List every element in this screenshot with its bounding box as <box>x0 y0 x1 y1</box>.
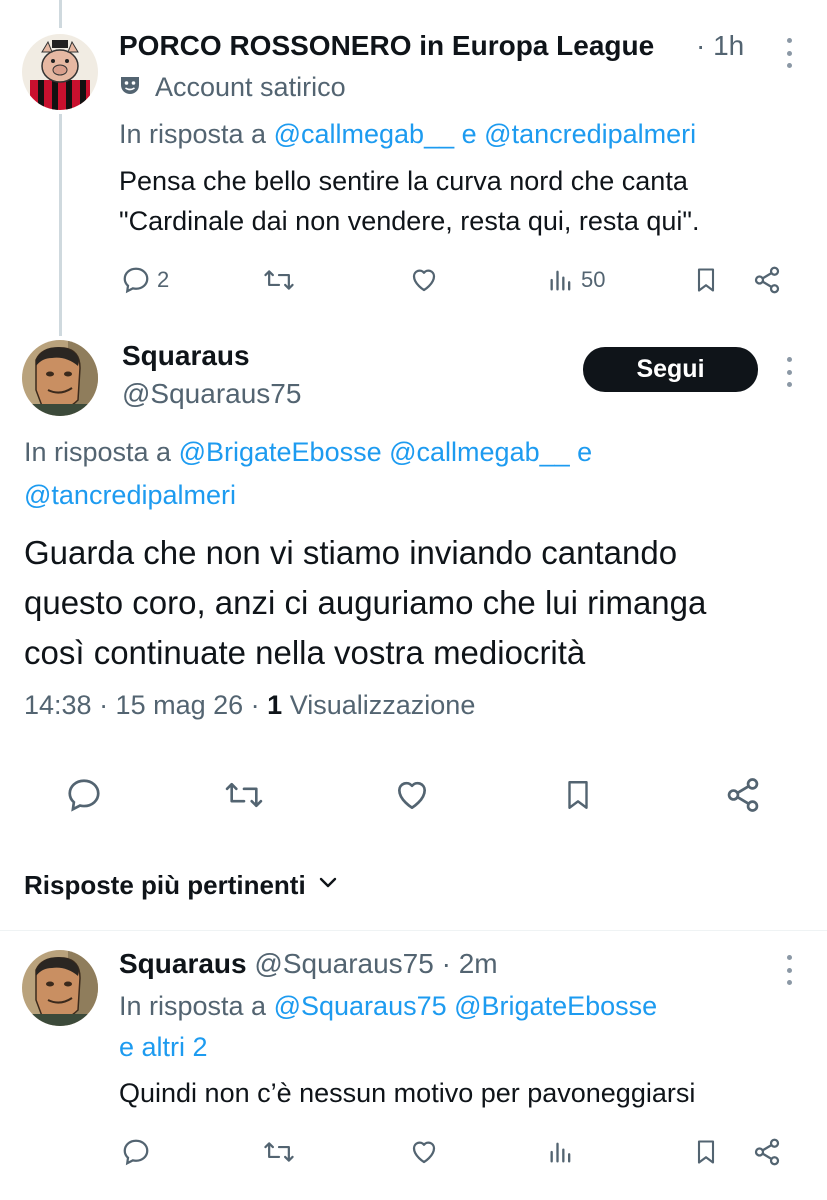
author-name[interactable]: Squaraus <box>119 948 247 979</box>
like-icon <box>393 776 431 814</box>
share-button[interactable] <box>724 776 762 814</box>
views-count: 1 <box>267 690 283 720</box>
like-button[interactable] <box>393 776 431 814</box>
tweet-time[interactable]: · 2m <box>442 948 498 979</box>
bookmark-button[interactable] <box>692 265 720 295</box>
reply-icon <box>121 1137 151 1167</box>
retweet-button[interactable] <box>224 776 264 814</box>
reply-button[interactable] <box>121 1137 151 1167</box>
avatar[interactable] <box>22 34 98 110</box>
reply-button[interactable] <box>65 776 103 814</box>
tweet-meta: 14:38 · 15 mag 26 · 1 Visualizzazione <box>24 690 475 721</box>
tweet-text-line: Guarda che non vi stiamo inviando cantan… <box>24 534 678 571</box>
retweet-icon <box>263 1137 295 1167</box>
bookmark-button[interactable] <box>561 776 595 814</box>
reply-button[interactable]: 2 <box>121 265 169 295</box>
like-button[interactable] <box>409 1137 439 1167</box>
reply-sort-label: Risposte più pertinenti <box>24 870 306 900</box>
reply-prefix: In risposta a <box>119 991 267 1021</box>
thread-line-connector <box>59 114 62 336</box>
bookmark-button[interactable] <box>692 1137 720 1167</box>
more-options-icon[interactable] <box>785 357 793 387</box>
avatar[interactable] <box>22 340 98 416</box>
author-handle[interactable]: @Squaraus75 <box>254 948 433 979</box>
mention-link[interactable]: @tancredipalmeri <box>24 480 236 511</box>
reply-context: In risposta a @callmegab__ e @tancredipa… <box>119 119 696 150</box>
account-label: Account satirico <box>119 72 346 103</box>
tweet-text-line: "Cardinale dai non vendere, resta qui, r… <box>119 206 700 236</box>
share-icon <box>752 1137 782 1167</box>
retweet-button[interactable] <box>263 1137 295 1167</box>
bookmark-icon <box>692 265 720 295</box>
bookmark-icon <box>561 776 595 814</box>
author-name[interactable]: Squaraus <box>122 340 250 372</box>
views-icon <box>547 1137 575 1167</box>
tweet-text-line: Pensa che bello sentire la curva nord ch… <box>119 166 688 196</box>
mention-link[interactable]: @BrigateEbosse <box>179 437 382 467</box>
account-label-text: Account satirico <box>155 72 346 102</box>
reply-and: e <box>577 437 593 467</box>
mention-link[interactable]: @Squaraus75 <box>274 991 447 1021</box>
mention-link[interactable]: @BrigateEbosse <box>454 991 657 1021</box>
reply-icon <box>65 776 103 814</box>
retweet-icon <box>224 776 264 814</box>
author-name[interactable]: PORCO ROSSONERO in Europa League <box>119 30 654 62</box>
reply-context: In risposta a @BrigateEbosse @callmegab_… <box>24 437 592 468</box>
views-icon <box>547 265 575 295</box>
chevron-down-icon <box>318 876 338 895</box>
views-button[interactable]: 50 <box>547 265 605 295</box>
tweet-text-line: Quindi non c’è nessun motivo per pavoneg… <box>119 1078 696 1108</box>
views-button[interactable] <box>547 1137 575 1167</box>
retweet-button[interactable] <box>263 265 295 295</box>
tweet-text-line: così continuate nella vostra mediocrità <box>24 634 586 671</box>
share-button[interactable] <box>752 1137 782 1167</box>
more-options-icon[interactable] <box>785 955 793 985</box>
like-icon <box>409 265 439 295</box>
reply-others-link[interactable]: e altri 2 <box>119 1032 208 1063</box>
bookmark-icon <box>692 1137 720 1167</box>
views-label[interactable]: Visualizzazione <box>290 690 476 720</box>
reply-and: e <box>461 119 477 149</box>
reply-context: In risposta a @Squaraus75 @BrigateEbosse <box>119 991 657 1022</box>
like-icon <box>409 1137 439 1167</box>
more-options-icon[interactable] <box>785 38 793 68</box>
share-icon <box>752 265 782 295</box>
tweet-timestamp[interactable]: 14:38 · 15 mag 26 · <box>24 690 260 720</box>
author-line: Squaraus @Squaraus75 · 2m <box>119 948 498 980</box>
author-handle[interactable]: @Squaraus75 <box>122 378 301 410</box>
reply-prefix: In risposta a <box>24 437 172 467</box>
reply-count: 2 <box>157 267 170 292</box>
theater-mask-icon <box>119 72 141 103</box>
views-count: 50 <box>581 267 606 292</box>
thread-line-top <box>59 0 62 28</box>
reply-icon <box>121 265 151 295</box>
reply-prefix: In risposta a <box>119 119 267 149</box>
retweet-icon <box>263 265 295 295</box>
like-button[interactable] <box>409 265 439 295</box>
tweet-text-line: questo coro, anzi ci auguriamo che lui r… <box>24 584 707 621</box>
divider <box>0 930 827 931</box>
reply-sort-selector[interactable]: Risposte più pertinenti <box>24 870 338 901</box>
avatar[interactable] <box>22 950 98 1026</box>
mention-link[interactable]: @callmegab__ <box>389 437 570 467</box>
follow-button[interactable]: Segui <box>583 347 758 392</box>
share-button[interactable] <box>752 265 782 295</box>
share-icon <box>724 776 762 814</box>
mention-link[interactable]: @callmegab__ <box>274 119 455 149</box>
mention-link[interactable]: @tancredipalmeri <box>484 119 696 149</box>
tweet-time[interactable]: · 1h <box>696 30 744 62</box>
